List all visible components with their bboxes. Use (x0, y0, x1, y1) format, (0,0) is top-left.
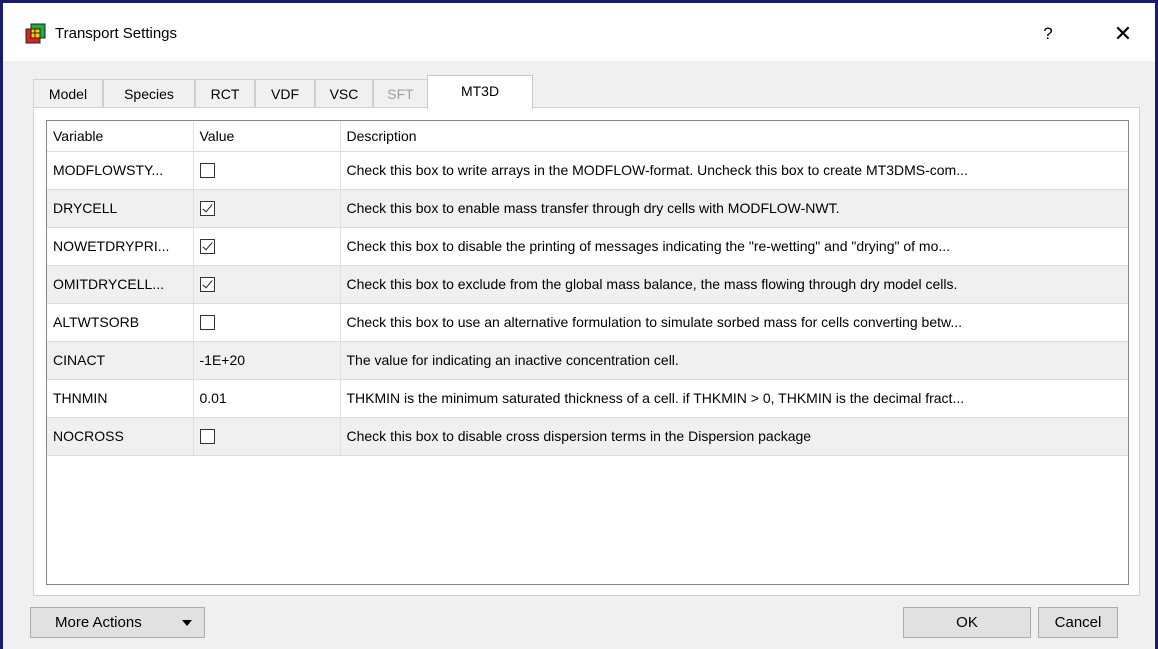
tab-vsc[interactable]: VSC (315, 79, 373, 108)
checkbox-unchecked[interactable] (199, 163, 215, 179)
value-text[interactable]: -1E+20 (200, 352, 246, 368)
description-cell: Check this box to use an alternative for… (340, 303, 1128, 342)
help-button[interactable]: ? (1033, 19, 1063, 49)
variables-grid[interactable]: Variable Value Description MODFLOWSTY...… (46, 120, 1129, 585)
variable-cell: NOWETDRYPRI... (47, 227, 194, 266)
more-actions-button[interactable]: More Actions (30, 607, 205, 638)
tab-sft: SFT (373, 79, 428, 108)
checkbox-unchecked[interactable] (199, 315, 215, 331)
value-cell[interactable] (193, 227, 341, 266)
column-header-description[interactable]: Description (340, 121, 1128, 151)
table-row[interactable]: CINACT -1E+20 The value for indicating an … (47, 341, 1128, 380)
more-actions-label: More Actions (55, 614, 142, 631)
description-cell: Check this box to enable mass transfer t… (340, 189, 1128, 228)
description-cell: Check this box to disable the printing o… (340, 227, 1128, 266)
description-cell: Check this box to exclude from the globa… (340, 265, 1128, 304)
window-title: Transport Settings (55, 25, 177, 42)
table-row[interactable]: ALTWTSORB Check this box to use an altern… (47, 303, 1128, 342)
transport-settings-dialog: Transport Settings ? ✕ Model Species RCT… (0, 0, 1158, 649)
checkbox-checked[interactable] (199, 201, 215, 217)
cancel-button[interactable]: Cancel (1038, 607, 1118, 638)
tab-vdf[interactable]: VDF (255, 79, 315, 108)
table-row[interactable]: THNMIN 0.01 THKMIN is the minimum saturate… (47, 379, 1128, 418)
description-cell: The value for indicating an inactive con… (340, 341, 1128, 380)
value-cell[interactable] (193, 417, 341, 456)
value-text[interactable]: 0.01 (200, 390, 227, 406)
value-cell[interactable]: 0.01 (193, 379, 341, 418)
tab-rct[interactable]: RCT (195, 79, 255, 108)
tab-species[interactable]: Species (103, 79, 195, 108)
checkbox-unchecked[interactable] (199, 429, 215, 445)
ok-button[interactable]: OK (903, 607, 1031, 638)
column-header-variable[interactable]: Variable (47, 121, 194, 151)
variable-cell: THNMIN (47, 379, 194, 418)
value-cell[interactable] (193, 265, 341, 304)
table-row[interactable]: DRYCELL Check this box to enable mass tra… (47, 189, 1128, 228)
description-cell: THKMIN is the minimum saturated thicknes… (340, 379, 1128, 418)
value-cell[interactable]: -1E+20 (193, 341, 341, 380)
table-row[interactable]: OMITDRYCELL... Check this box to exclude … (47, 265, 1128, 304)
description-cell: Check this box to disable cross dispersi… (340, 417, 1128, 456)
variable-cell: ALTWTSORB (47, 303, 194, 342)
checkbox-checked[interactable] (199, 239, 215, 255)
value-cell[interactable] (193, 189, 341, 228)
value-cell[interactable] (193, 150, 341, 190)
table-row[interactable]: NOCROSS Check this box to disable cross d… (47, 417, 1128, 456)
mt3d-tab-panel: Variable Value Description MODFLOWSTY...… (33, 107, 1140, 596)
table-row[interactable]: MODFLOWSTY... Check this box to write arr… (47, 150, 1128, 190)
tab-model[interactable]: Model (33, 79, 103, 108)
variable-cell: DRYCELL (47, 189, 194, 228)
variable-cell: CINACT (47, 341, 194, 380)
table-row[interactable]: NOWETDRYPRI... Check this box to disable … (47, 227, 1128, 266)
variable-cell: NOCROSS (47, 417, 194, 456)
app-icon (25, 23, 46, 44)
variable-cell: OMITDRYCELL... (47, 265, 194, 304)
description-cell: Check this box to write arrays in the MO… (340, 150, 1128, 190)
tab-mt3d[interactable]: MT3D (427, 75, 533, 109)
variable-cell: MODFLOWSTY... (47, 150, 194, 190)
value-cell[interactable] (193, 303, 341, 342)
checkbox-checked[interactable] (199, 277, 215, 293)
title-bar: Transport Settings ? ✕ (3, 3, 1155, 61)
close-button[interactable]: ✕ (1103, 19, 1143, 49)
column-header-value[interactable]: Value (193, 121, 341, 151)
dropdown-arrow-icon (182, 620, 192, 626)
